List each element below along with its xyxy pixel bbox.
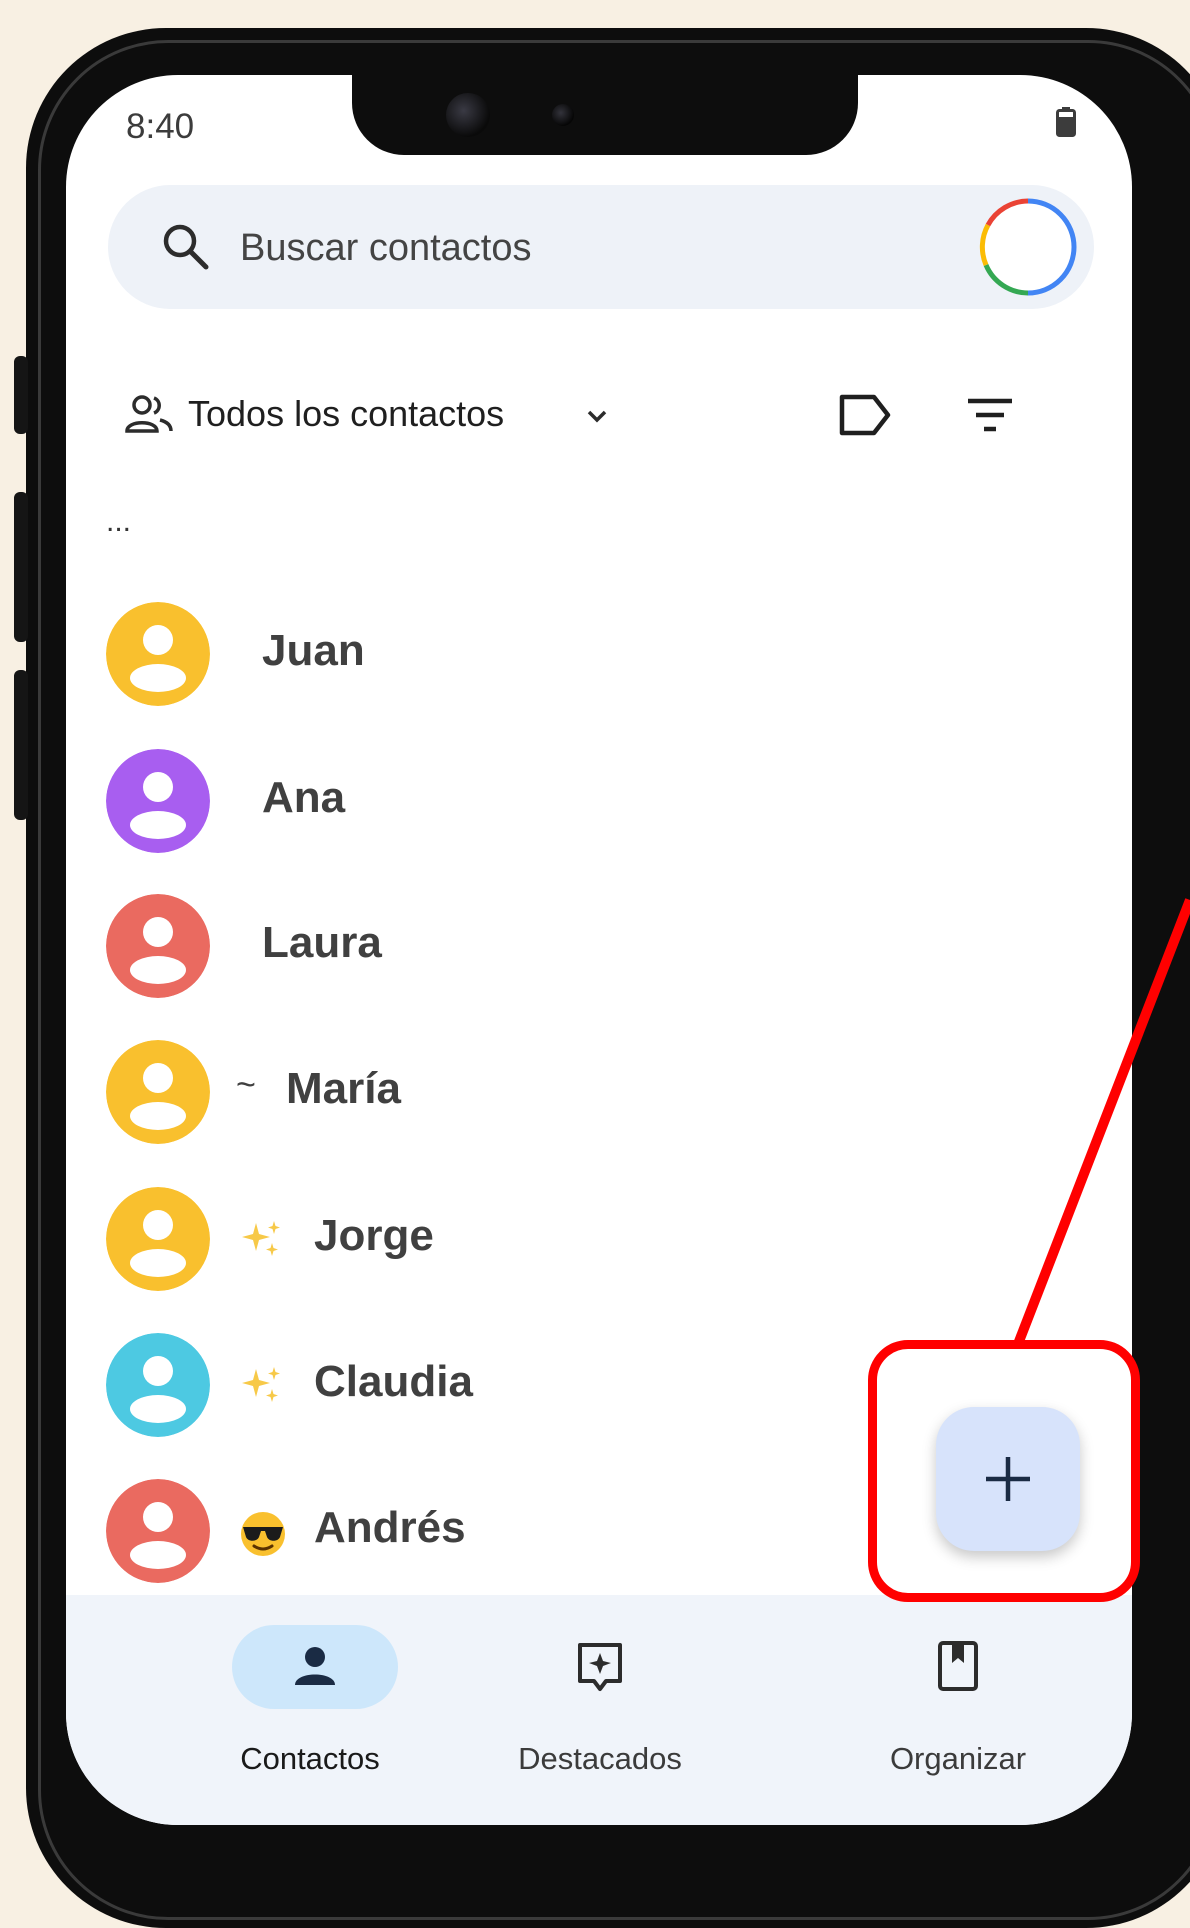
account-avatar-icon[interactable] bbox=[976, 195, 1080, 299]
contact-avatar[interactable] bbox=[106, 1479, 210, 1583]
search-icon[interactable] bbox=[160, 221, 212, 273]
person-avatar-icon bbox=[106, 1187, 210, 1291]
person-avatar-icon bbox=[106, 1040, 210, 1144]
contact-name-prefix: ~ bbox=[236, 1066, 256, 1104]
contact-name: Jorge bbox=[314, 1211, 434, 1260]
front-sensor bbox=[552, 104, 574, 126]
camera-notch bbox=[352, 75, 858, 155]
bottom-navigation: Contactos Destacados Organizar bbox=[66, 1595, 1132, 1825]
contact-row[interactable]: Juan bbox=[106, 602, 1006, 710]
nav-item-destacados[interactable]: Destacados bbox=[440, 1595, 760, 1825]
bookmark-icon[interactable] bbox=[930, 1639, 986, 1695]
search-bar[interactable] bbox=[108, 185, 1094, 309]
sparkles-emoji-icon bbox=[242, 1221, 280, 1256]
contact-row[interactable]: ~ María bbox=[106, 1040, 1006, 1148]
person-avatar-icon bbox=[106, 1479, 210, 1583]
person-avatar-icon bbox=[106, 894, 210, 998]
sort-filter-icon[interactable] bbox=[964, 393, 1016, 437]
nav-label-organizar: Organizar bbox=[889, 1741, 1027, 1776]
contact-row[interactable]: Laura bbox=[106, 894, 1006, 1002]
contact-row[interactable]: Ana bbox=[106, 749, 1006, 857]
contact-name: Laura bbox=[262, 918, 382, 967]
phone-volume-down-button bbox=[14, 670, 28, 820]
contact-avatar[interactable] bbox=[106, 1187, 210, 1291]
contact-name: Ana bbox=[262, 773, 346, 822]
sunglasses-emoji-icon bbox=[241, 1512, 285, 1556]
filter-dropdown-label[interactable]: Todos los contactos bbox=[188, 393, 504, 435]
contact-avatar[interactable] bbox=[106, 1333, 210, 1437]
contact-name: Claudia bbox=[314, 1357, 473, 1406]
contact-avatar[interactable] bbox=[106, 749, 210, 853]
label-icon[interactable] bbox=[836, 389, 894, 441]
contact-name: Juan bbox=[262, 626, 365, 675]
fab-highlight-box bbox=[868, 1340, 1140, 1602]
status-time: 8:40 bbox=[126, 107, 195, 146]
contact-name: Andrés bbox=[314, 1503, 466, 1552]
contact-row[interactable]: Jorge bbox=[106, 1187, 1006, 1295]
front-camera bbox=[446, 93, 490, 137]
contacts-filter-row: Todos los contactos bbox=[124, 375, 1104, 455]
nav-item-organizar[interactable]: Organizar bbox=[798, 1595, 1118, 1825]
star-card-icon[interactable] bbox=[572, 1639, 628, 1695]
people-icon[interactable] bbox=[124, 393, 174, 437]
person-icon[interactable] bbox=[287, 1639, 343, 1695]
person-avatar-icon bbox=[106, 749, 210, 853]
nav-label-contactos: Contactos bbox=[240, 1741, 380, 1776]
contact-avatar[interactable] bbox=[106, 1040, 210, 1144]
sparkles-emoji-icon bbox=[242, 1367, 280, 1402]
nav-item-contactos[interactable]: Contactos bbox=[150, 1595, 470, 1825]
person-avatar-icon bbox=[106, 1333, 210, 1437]
battery-icon bbox=[1056, 107, 1076, 137]
list-ellipsis: ... bbox=[106, 505, 132, 538]
phone-volume-up-button bbox=[14, 492, 28, 642]
contact-name: María bbox=[286, 1064, 401, 1113]
search-input[interactable] bbox=[238, 215, 842, 281]
chevron-down-icon[interactable] bbox=[580, 399, 614, 433]
person-avatar-icon bbox=[106, 602, 210, 706]
contact-avatar[interactable] bbox=[106, 602, 210, 706]
nav-label-destacados: Destacados bbox=[518, 1741, 682, 1776]
phone-side-button bbox=[14, 356, 28, 434]
contact-avatar[interactable] bbox=[106, 894, 210, 998]
